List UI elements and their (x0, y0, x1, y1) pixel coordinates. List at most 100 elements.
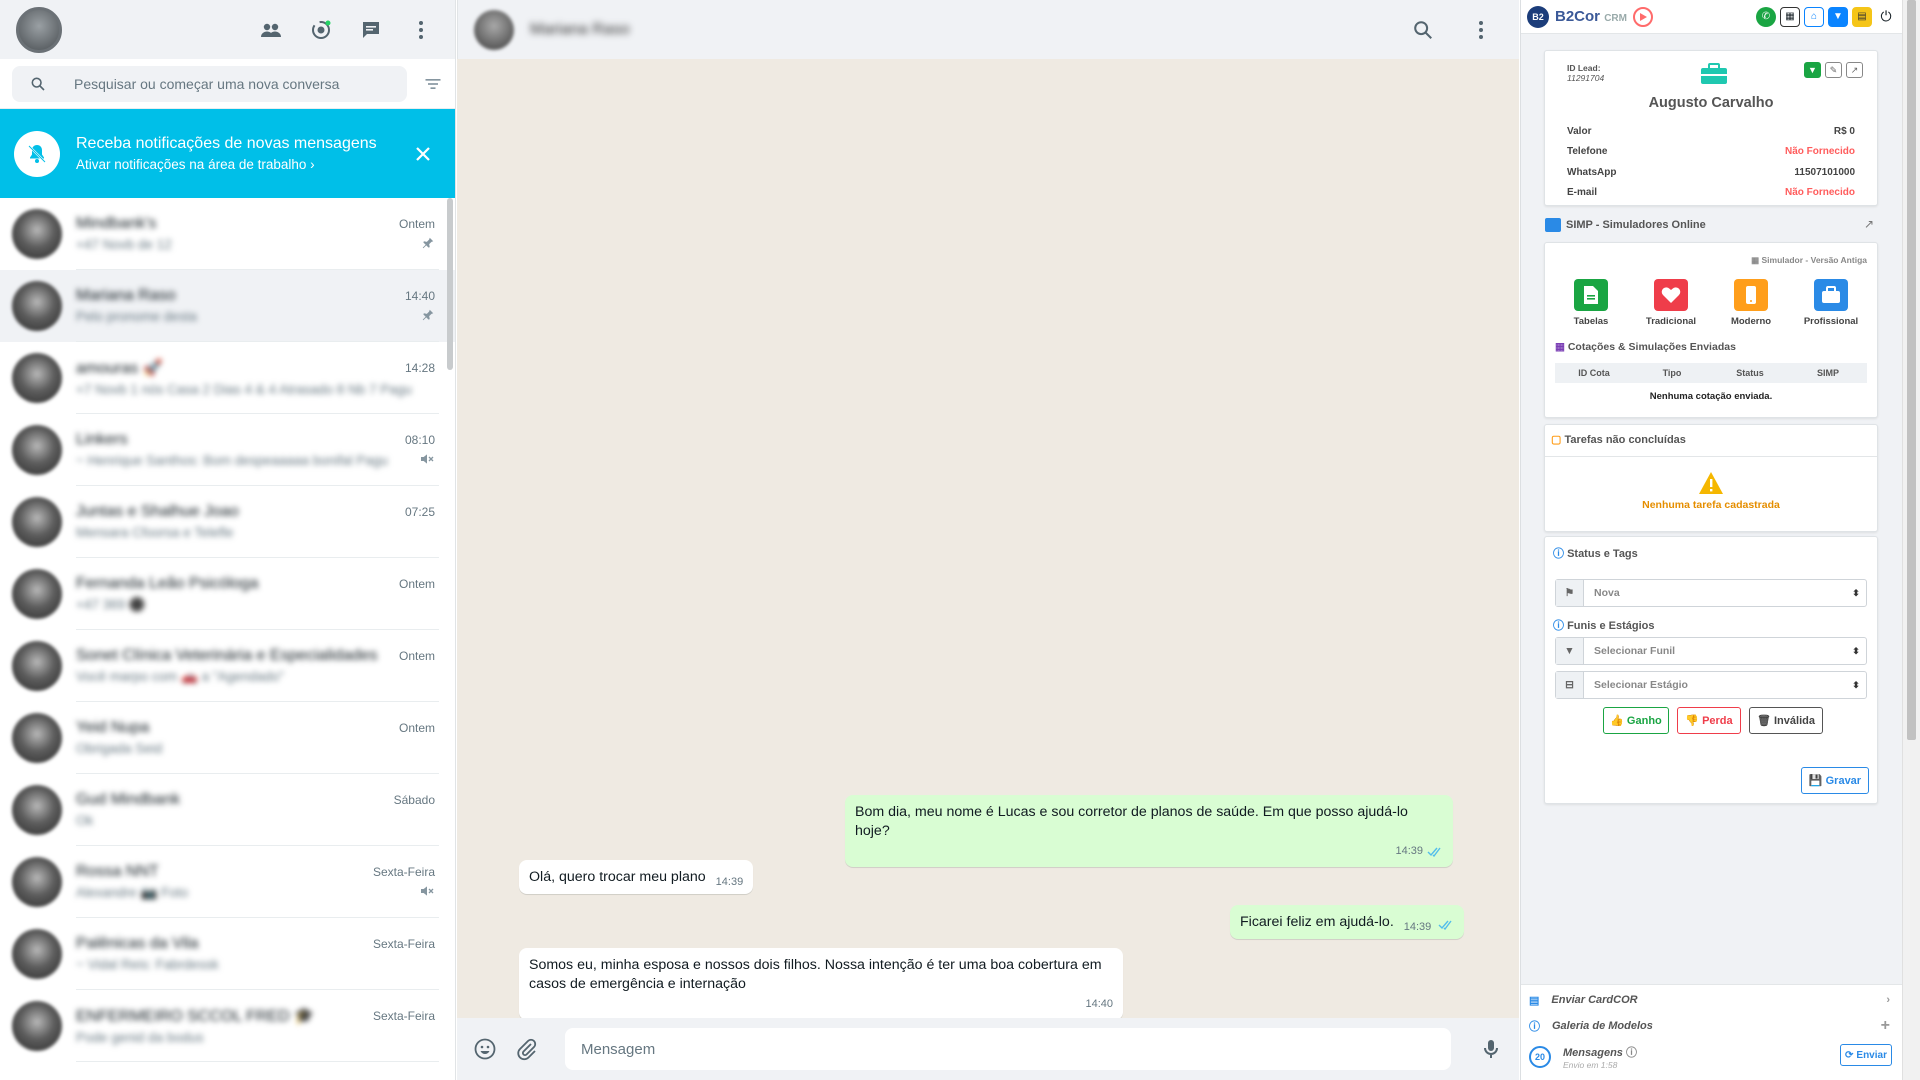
external-link-icon[interactable]: ↗ (1864, 217, 1874, 231)
won-button[interactable]: 👍 Ganho (1603, 707, 1669, 734)
chat-name: Fernanda Leão Psicóloga (76, 574, 259, 592)
status-icon[interactable] (309, 18, 333, 42)
chat-time: Sexta-Feira (372, 937, 435, 951)
send-cardcor-row[interactable]: ▤ Enviar CardCOR › (1521, 987, 1902, 1013)
search-input[interactable]: Pesquisar ou começar uma nova conversa (12, 65, 407, 102)
home-icon[interactable]: ⌂ (1804, 6, 1824, 27)
message-bubble[interactable]: Somos eu, minha esposa e nossos dois fil… (519, 948, 1123, 1020)
microphone-icon[interactable] (1479, 1037, 1503, 1061)
menu-icon[interactable] (1469, 18, 1493, 42)
message-input[interactable]: Mensagem (565, 1028, 1451, 1070)
lead-detail-label: Valor (1567, 125, 1592, 137)
user-avatar[interactable] (16, 6, 62, 53)
message-bubble[interactable]: Olá, quero trocar meu plano 14:39 (519, 860, 754, 894)
lead-detail-row: Valor R$ 0 (1567, 121, 1855, 142)
template-gallery-row[interactable]: ⓘ Galeria de Modelos + (1521, 1013, 1902, 1039)
status-select[interactable]: ⚑ Nova ⬍ (1555, 579, 1867, 607)
chat-list-item[interactable]: Sonet Clínica Veterinária e Especialidad… (0, 630, 455, 702)
calendar-icon[interactable]: ▤ (1852, 6, 1872, 27)
chat-avatar (12, 641, 62, 691)
chat-list-item[interactable]: Palênicas da Vila Sexta-Feira ~ Vidal Reis… (0, 918, 455, 990)
send-button[interactable]: ⟳ Enviar (1840, 1044, 1892, 1066)
legacy-simulator-link[interactable]: ▦ Simulador - Versão Antiga (1751, 255, 1867, 266)
contact-avatar[interactable] (474, 9, 514, 50)
new-chat-icon[interactable] (359, 18, 383, 42)
notification-banner[interactable]: Receba notificações de novas mensagens A… (0, 109, 455, 198)
chat-list-item[interactable]: Fernanda Leão Psicóloga Ontem +47 369 ⚫ (0, 558, 455, 630)
simp-profissional-button[interactable]: Profissional (1796, 279, 1866, 327)
attach-icon[interactable] (515, 1037, 539, 1061)
chat-name: Palênicas da Vila (76, 935, 199, 952)
edit-icon[interactable]: ✎ (1825, 62, 1842, 78)
pin-icon[interactable]: ▼ (1804, 62, 1821, 78)
power-icon[interactable]: ⏻ (1876, 7, 1896, 27)
message-time: 14:39 (1395, 845, 1423, 857)
message-text: Bom dia, meu nome é Lucas e sou corretor… (855, 804, 1408, 839)
thumbs-up-icon: 👍 (1610, 715, 1624, 727)
lost-button[interactable]: 👎 Perda (1677, 707, 1741, 734)
notification-subtitle[interactable]: Ativar notificações na área de trabalho … (76, 157, 395, 172)
external-link-icon[interactable]: ↗ (1846, 62, 1863, 78)
funnel-select[interactable]: ▼ Selecionar Funil ⬍ (1555, 637, 1867, 665)
chat-list-item[interactable]: Yeid Nupa Ontem Obrigada Seid (0, 702, 455, 774)
chat-list-item[interactable]: Mindbank's Ontem +47 Novb de 12 (0, 198, 455, 270)
trash-icon: 🗑 (1757, 715, 1771, 727)
sidebar-scrollbar[interactable] (447, 198, 453, 370)
invalid-button[interactable]: 🗑 Inválida (1749, 707, 1823, 734)
chat-avatar (12, 209, 62, 259)
stage-select[interactable]: ⊟ Selecionar Estágio ⬍ (1555, 671, 1867, 699)
chat-time: Ontem (398, 721, 435, 735)
chat-avatar (12, 929, 62, 979)
chat-avatar (12, 497, 62, 547)
plus-icon: + (1880, 1017, 1890, 1034)
chat-avatar (12, 1001, 62, 1051)
simp-tabelas-button[interactable]: Tabelas (1556, 279, 1626, 327)
close-icon[interactable] (411, 142, 435, 166)
save-button[interactable]: 💾 Gravar (1801, 767, 1869, 794)
simp-tradicional-button[interactable]: Tradicional (1636, 279, 1706, 327)
chat-preview: +47 369 ⚫ (76, 596, 146, 612)
chat-preview: Pelo pronome desta (76, 309, 197, 324)
communities-icon[interactable] (259, 18, 283, 42)
grid-icon[interactable]: ▦ (1780, 6, 1800, 27)
emoji-icon[interactable] (473, 1037, 497, 1061)
send-info: Envio em 1:58 (1563, 1060, 1618, 1070)
menu-icon[interactable] (409, 18, 433, 42)
lead-name: Augusto Carvalho (1648, 95, 1774, 111)
page-scrollbar[interactable] (1902, 0, 1920, 1080)
status-card: ⓘ Status e Tags ⚑ Nova ⬍ ⓘ Funis e Estág… (1544, 536, 1878, 804)
double-check-icon (1438, 920, 1452, 931)
contact-name[interactable]: Mariana Raso (530, 21, 630, 39)
quotes-table-header: ID Cota Tipo Status SIMP (1555, 363, 1867, 383)
tasks-title: ▢ Tarefas não concluídas (1551, 434, 1686, 446)
chat-list-item[interactable]: Juntas e Shalhue Joao 07:25 Mensara Cfoors… (0, 486, 455, 558)
chat-list-item[interactable]: Gud Mindbank Sábado Ok (0, 774, 455, 846)
chat-preview: Mensara Cfoorsa e Telefle (76, 525, 234, 540)
message-bubble[interactable]: Ficarei feliz em ajudá-lo. 14:39 (1230, 905, 1465, 939)
warning-icon (1698, 471, 1724, 500)
chat-list-item[interactable]: Linkers 08:10 ~ Henrique Santhos: Bom desp… (0, 414, 455, 486)
lead-details: Valor R$ 0 Telefone Não Fornecido WhatsApp 11… (1567, 121, 1855, 203)
chat-list-item[interactable]: Rossa NNT Sexta-Feira Alexandre 📷 Foto (0, 846, 455, 918)
funnel-icon[interactable]: ▼ (1828, 6, 1848, 27)
simp-moderno-button[interactable]: Moderno (1716, 279, 1786, 327)
heart-icon (1654, 279, 1688, 311)
chat-avatar (12, 425, 62, 475)
chat-list-item[interactable]: Mariana Raso 14:40 Pelo pronome desta (0, 270, 455, 342)
mobile-icon (1734, 279, 1768, 311)
funnels-title: ⓘ Funis e Estágios (1553, 620, 1655, 632)
whatsapp-icon[interactable]: ✆ (1756, 6, 1776, 27)
save-icon: 💾 (1808, 775, 1823, 787)
lead-detail-value: 11507101000 (1794, 166, 1855, 178)
chat-time: 08:10 (404, 433, 435, 447)
lead-detail-label: E-mail (1567, 187, 1598, 199)
filter-icon[interactable] (421, 72, 445, 96)
chat-preview: ~ Henrique Santhos: Bom despeaaaaa bonif… (76, 453, 388, 468)
play-icon[interactable] (1632, 6, 1653, 27)
message-bubble[interactable]: Bom dia, meu nome é Lucas e sou corretor… (845, 795, 1453, 867)
chat-name: Mindbank's (76, 215, 157, 232)
chat-list-item[interactable]: amouras 🚀 14:28 +7 Novb 1 nós Casa 2 Dias … (0, 342, 455, 414)
chat-sidebar: Pesquisar ou começar uma nova conversa R… (0, 0, 456, 1080)
search-icon[interactable] (1411, 18, 1435, 42)
chat-list-item[interactable]: ENFERMEIRO SCCOL FRED 🎓 Sexta-Feira Pode g… (0, 990, 455, 1062)
